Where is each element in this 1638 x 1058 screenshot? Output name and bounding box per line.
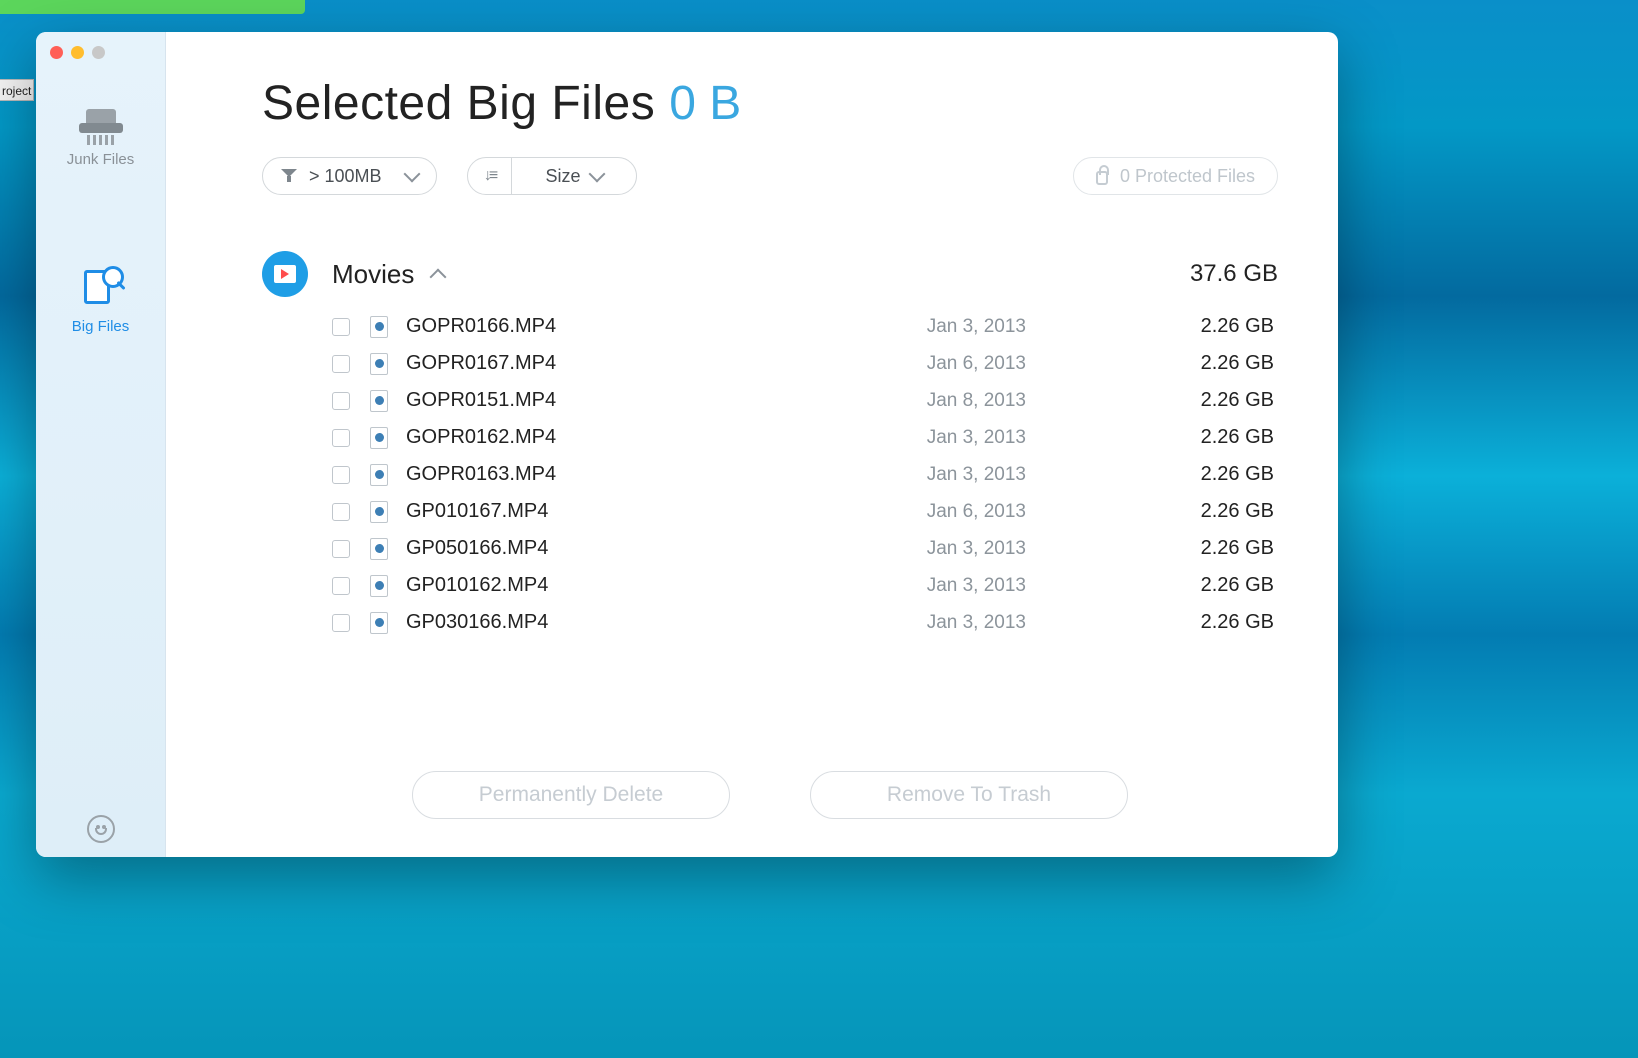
chevron-down-icon [404, 166, 421, 183]
close-window-button[interactable] [50, 46, 63, 59]
permanently-delete-button[interactable]: Permanently Delete [412, 771, 730, 819]
background-accent [0, 0, 305, 14]
file-name: GP050166.MP4 [406, 537, 836, 560]
file-size: 2.26 GB [1026, 426, 1278, 449]
window-controls [50, 46, 105, 59]
file-checkbox[interactable] [332, 466, 350, 484]
feedback-button[interactable] [87, 815, 115, 843]
file-date: Jan 8, 2013 [836, 390, 1026, 412]
file-checkbox[interactable] [332, 429, 350, 447]
file-row[interactable]: GP010167.MP4Jan 6, 20132.26 GB [332, 500, 1278, 523]
category-header[interactable]: Movies 37.6 GB [262, 251, 1278, 297]
category-name: Movies [332, 259, 414, 290]
video-file-icon [370, 427, 388, 449]
file-name: GOPR0162.MP4 [406, 426, 836, 449]
video-file-icon [370, 353, 388, 375]
file-row[interactable]: GOPR0151.MP4Jan 8, 20132.26 GB [332, 389, 1278, 412]
file-row[interactable]: GP030166.MP4Jan 3, 20132.26 GB [332, 611, 1278, 634]
file-name: GP030166.MP4 [406, 611, 836, 634]
sort-label: Size [545, 166, 580, 187]
file-size: 2.26 GB [1026, 537, 1278, 560]
video-file-icon [370, 575, 388, 597]
file-checkbox[interactable] [332, 614, 350, 632]
file-size: 2.26 GB [1026, 500, 1278, 523]
file-date: Jan 3, 2013 [836, 427, 1026, 449]
file-size: 2.26 GB [1026, 611, 1278, 634]
file-name: GOPR0166.MP4 [406, 315, 836, 338]
category-size: 37.6 GB [1190, 260, 1278, 288]
funnel-icon [281, 169, 297, 183]
lock-icon [1096, 171, 1108, 185]
sidebar-item-label: Big Files [36, 318, 165, 335]
big-files-icon [78, 266, 124, 312]
file-checkbox[interactable] [332, 503, 350, 521]
chevron-up-icon [430, 269, 447, 286]
protected-files-button[interactable]: 0 Protected Files [1073, 157, 1278, 195]
file-name: GOPR0151.MP4 [406, 389, 836, 412]
file-name: GOPR0167.MP4 [406, 352, 836, 375]
file-checkbox[interactable] [332, 392, 350, 410]
file-row[interactable]: GOPR0166.MP4Jan 3, 20132.26 GB [332, 315, 1278, 338]
file-size: 2.26 GB [1026, 315, 1278, 338]
category-section: Movies 37.6 GB GOPR0166.MP4Jan 3, 20132.… [262, 251, 1278, 634]
file-checkbox[interactable] [332, 540, 350, 558]
file-date: Jan 3, 2013 [836, 612, 1026, 634]
video-file-icon [370, 501, 388, 523]
file-size: 2.26 GB [1026, 574, 1278, 597]
sidebar-item-junk-files[interactable]: Junk Files [36, 99, 165, 186]
video-file-icon [370, 538, 388, 560]
controls-row: > 100MB ↓≡ Size 0 Protected Files [262, 157, 1278, 195]
app-window: Junk Files Big Files Selected Big Files … [36, 32, 1338, 857]
file-size: 2.26 GB [1026, 389, 1278, 412]
sidebar: Junk Files Big Files [36, 32, 166, 857]
file-row[interactable]: GOPR0162.MP4Jan 3, 20132.26 GB [332, 426, 1278, 449]
movies-icon [262, 251, 308, 297]
file-row[interactable]: GP010162.MP4Jan 3, 20132.26 GB [332, 574, 1278, 597]
file-date: Jan 3, 2013 [836, 575, 1026, 597]
file-date: Jan 6, 2013 [836, 501, 1026, 523]
remove-to-trash-button[interactable]: Remove To Trash [810, 771, 1128, 819]
sidebar-item-label: Junk Files [36, 151, 165, 168]
file-name: GP010167.MP4 [406, 500, 836, 523]
size-filter-dropdown[interactable]: > 100MB [262, 157, 437, 195]
file-date: Jan 6, 2013 [836, 353, 1026, 375]
file-date: Jan 3, 2013 [836, 538, 1026, 560]
video-file-icon [370, 612, 388, 634]
file-row[interactable]: GOPR0163.MP4Jan 3, 20132.26 GB [332, 463, 1278, 486]
video-file-icon [370, 390, 388, 412]
shredder-icon [79, 109, 123, 145]
chevron-down-icon [588, 166, 605, 183]
file-list: GOPR0166.MP4Jan 3, 20132.26 GBGOPR0167.M… [332, 315, 1278, 634]
page-title: Selected Big Files [262, 76, 655, 131]
file-size: 2.26 GB [1026, 352, 1278, 375]
file-row[interactable]: GOPR0167.MP4Jan 6, 20132.26 GB [332, 352, 1278, 375]
maximize-window-button[interactable] [92, 46, 105, 59]
background-tab: roject [0, 79, 34, 101]
file-size: 2.26 GB [1026, 463, 1278, 486]
file-checkbox[interactable] [332, 355, 350, 373]
sort-dropdown[interactable]: ↓≡ Size [467, 157, 637, 195]
selected-size: 0 B [669, 76, 741, 131]
file-name: GOPR0163.MP4 [406, 463, 836, 486]
sidebar-item-big-files[interactable]: Big Files [36, 256, 165, 353]
protected-files-label: 0 Protected Files [1120, 166, 1255, 187]
file-date: Jan 3, 2013 [836, 464, 1026, 486]
file-date: Jan 3, 2013 [836, 316, 1026, 338]
video-file-icon [370, 316, 388, 338]
file-row[interactable]: GP050166.MP4Jan 3, 20132.26 GB [332, 537, 1278, 560]
file-name: GP010162.MP4 [406, 574, 836, 597]
action-row: Permanently Delete Remove To Trash [262, 741, 1278, 837]
video-file-icon [370, 464, 388, 486]
file-checkbox[interactable] [332, 318, 350, 336]
page-title-row: Selected Big Files 0 B [262, 76, 1278, 131]
size-filter-label: > 100MB [309, 166, 382, 187]
main-content: Selected Big Files 0 B > 100MB ↓≡ Size [166, 32, 1338, 857]
file-checkbox[interactable] [332, 577, 350, 595]
sort-icon: ↓≡ [484, 167, 495, 185]
minimize-window-button[interactable] [71, 46, 84, 59]
